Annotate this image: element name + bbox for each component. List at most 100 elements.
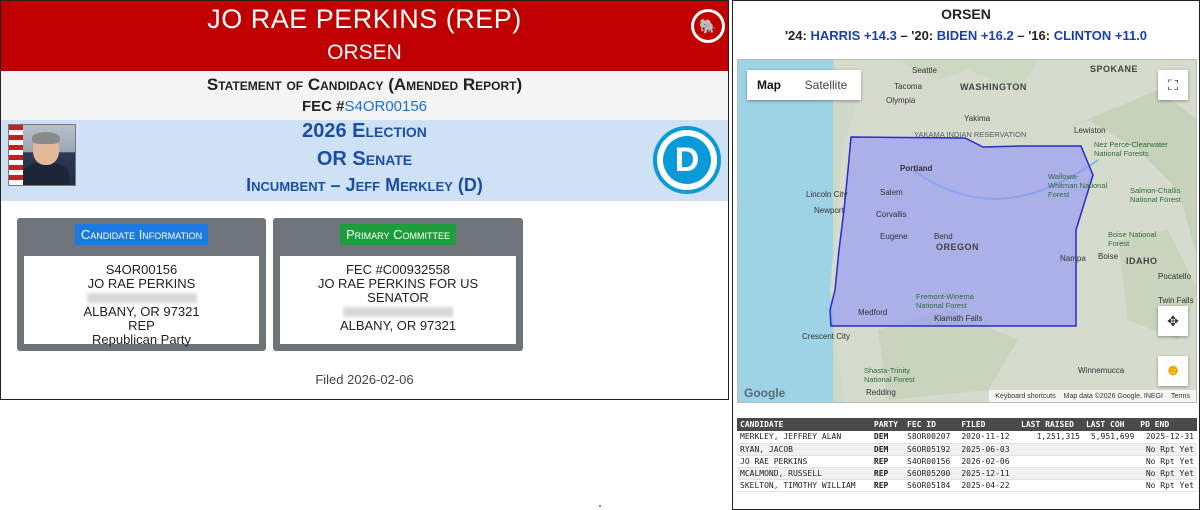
map-label-boise-nf: Boise National Forest (1108, 230, 1157, 248)
table-row[interactable]: JO RAE PERKINS REP S4OR00156 2026-02-06 … (737, 455, 1197, 468)
map-label-wallowa: Wallowa-Whitman National Forest (1048, 172, 1108, 199)
cell-candidate[interactable]: MCALMOND, RUSSELL (737, 467, 871, 480)
map-label-lincoln-city: Lincoln City (806, 190, 848, 199)
map-label-medford: Medford (858, 308, 888, 317)
candidate-info-body: S4OR00156 JO RAE PERKINS ALBANY, OR 9732… (24, 256, 259, 347)
map-attribution: Keyboard shortcuts Map data ©2026 Google… (989, 390, 1196, 402)
cell-pd-end: No Rpt Yet (1137, 455, 1197, 468)
cell-last-coh: 5,951,699 (1082, 431, 1138, 444)
map-label-crescent: Crescent City (802, 332, 851, 341)
cell-filed: 2020-11-12 (958, 431, 1018, 444)
cell-fec-id[interactable]: S6OR05184 (904, 479, 959, 492)
candidate-city: ALBANY, OR 97321 (83, 304, 200, 319)
redacted-address (24, 291, 259, 305)
primary-committee-card: Primary Committee FEC #C00932558 JO RAE … (273, 218, 523, 351)
map-label-pocatello: Pocatello (1158, 272, 1191, 281)
cell-filed: 2025-12-11 (958, 467, 1018, 480)
candidate-party-name: Republican Party (92, 332, 191, 347)
map-label-idaho: IDAHO (1126, 256, 1158, 266)
terms-link[interactable]: Terms (1171, 393, 1190, 400)
candidate-header: JO RAE PERKINS (REP) ORSEN 🐘 (1, 1, 728, 71)
cell-pd-end: 2025-12-31 (1137, 431, 1197, 444)
map-label-nez-perce: Nez Perce-Clearwater National Forests (1094, 140, 1168, 158)
map-label-bend: Bend (934, 232, 953, 241)
col-party[interactable]: PARTY (870, 418, 905, 431)
col-filed[interactable]: FILED (958, 418, 1018, 431)
margin-label-16: – '16: (1017, 28, 1051, 43)
filed-date: Filed 2026-02-06 (315, 372, 414, 387)
map-label-spokane: SPOKANE (1090, 64, 1139, 74)
cell-filed: 2025-04-22 (958, 479, 1018, 492)
cell-filed: 2026-02-06 (958, 455, 1018, 468)
map-tab[interactable]: Map (747, 70, 791, 100)
map-label-tacoma: Tacoma (894, 82, 923, 91)
map-label-twin-falls: Twin Falls (1158, 296, 1194, 305)
cell-last-coh (1082, 467, 1138, 480)
republican-elephant-icon: 🐘 (691, 9, 725, 43)
col-candidate[interactable]: CANDIDATE (737, 418, 871, 431)
map-label-oregon: OREGON (936, 242, 980, 252)
pegman-icon[interactable]: ☻ (1158, 356, 1188, 386)
redacted-address (280, 305, 516, 319)
map-label-winnemucca: Winnemucca (1078, 366, 1125, 375)
col-pd-end[interactable]: PD END (1137, 418, 1197, 431)
cell-candidate[interactable]: SKELTON, TIMOTHY WILLIAM (737, 479, 871, 492)
table-row[interactable]: SKELTON, TIMOTHY WILLIAM REP S6OR05184 2… (737, 479, 1197, 492)
col-fec-id[interactable]: FEC ID (904, 418, 959, 431)
map-label-newport: Newport (814, 206, 844, 215)
fec-id-link[interactable]: S4OR00156 (344, 98, 427, 115)
cell-fec-id[interactable]: S6OR05200 (904, 467, 959, 480)
candidate-id: S4OR00156 (105, 262, 178, 277)
table-header-row: CANDIDATE PARTY FEC ID FILED LAST RAISED… (737, 418, 1197, 431)
camera-control-icon[interactable]: ✥ (1158, 306, 1188, 336)
candidate-name-line: JO RAE PERKINS (87, 276, 196, 291)
election-year: 2026 Election (302, 120, 427, 142)
state-map[interactable]: Map Satellite ⛶ ✥ ☻ Seattle Tacoma Olymp… (737, 59, 1197, 403)
map-label-salmon: Salmon-Challis National Forest (1130, 186, 1181, 204)
election-band: 2026 Election OR Senate Incumbent – Jeff… (1, 120, 728, 201)
cell-last-raised (1018, 479, 1083, 492)
cell-candidate[interactable]: JO RAE PERKINS (737, 455, 871, 468)
election-race: OR Senate (316, 148, 413, 170)
cell-last-coh (1082, 479, 1138, 492)
map-label-fremont: Fremont-Winema National Forest (916, 292, 974, 310)
statement-title: Statement of Candidacy (Amended Report) (206, 75, 523, 94)
cell-fec-id[interactable]: S8OR00207 (904, 431, 959, 444)
map-label-nampa: Nampa (1060, 254, 1086, 263)
race-title: ORSEN (941, 6, 991, 22)
cell-fec-id[interactable]: S6OR05192 (904, 443, 959, 456)
committee-id: FEC #C00932558 (345, 262, 451, 277)
cell-last-coh (1082, 443, 1138, 456)
candidates-table: CANDIDATE PARTY FEC ID FILED LAST RAISED… (737, 418, 1197, 492)
col-last-raised[interactable]: LAST RAISED (1018, 418, 1083, 431)
race-panel: ORSEN '24: HARRIS +14.3 – '20: BIDEN +16… (732, 0, 1200, 510)
candidate-info-heading[interactable]: Candidate Information (74, 224, 209, 245)
map-label-corvallis: Corvallis (876, 210, 907, 219)
map-label-boise: Boise (1098, 252, 1119, 261)
cell-last-raised (1018, 467, 1083, 480)
cell-candidate[interactable]: MERKLEY, JEFFREY ALAN (737, 431, 871, 444)
candidate-party-code: REP (128, 318, 155, 333)
col-last-coh[interactable]: LAST COH (1082, 418, 1138, 431)
committee-name-2: SENATOR (367, 290, 429, 305)
cell-candidate[interactable]: RYAN, JACOB (737, 443, 871, 456)
fullscreen-icon[interactable]: ⛶ (1158, 70, 1188, 100)
keyboard-shortcuts-link[interactable]: Keyboard shortcuts (995, 393, 1055, 400)
table-row[interactable]: MERKLEY, JEFFREY ALAN DEM S8OR00207 2020… (737, 431, 1197, 444)
committee-name-1: JO RAE PERKINS FOR US (317, 276, 479, 291)
incumbent-line: Incumbent – Jeff Merkley (D) (246, 175, 483, 195)
cell-pd-end: No Rpt Yet (1137, 479, 1197, 492)
map-label-yakama: YAKAMA INDIAN RESERVATION (914, 130, 1027, 139)
map-label-olympia: Olympia (886, 96, 916, 105)
table-row[interactable]: RYAN, JACOB DEM S6OR05192 2025-06-03 No … (737, 443, 1197, 456)
candidate-panel: JO RAE PERKINS (REP) ORSEN 🐘 Statement o… (0, 0, 729, 400)
satellite-tab[interactable]: Satellite (791, 70, 861, 100)
cell-fec-id[interactable]: S4OR00156 (904, 455, 959, 468)
cell-party: REP (870, 455, 905, 468)
cell-last-coh (1082, 455, 1138, 468)
primary-committee-heading[interactable]: Primary Committee (339, 224, 456, 245)
table-row[interactable]: MCALMOND, RUSSELL REP S6OR05200 2025-12-… (737, 467, 1197, 480)
margin-value-16: CLINTON +11.0 (1053, 28, 1148, 43)
map-label-washington: WASHINGTON (960, 82, 1027, 92)
statement-band: Statement of Candidacy (Amended Report) … (1, 71, 728, 121)
